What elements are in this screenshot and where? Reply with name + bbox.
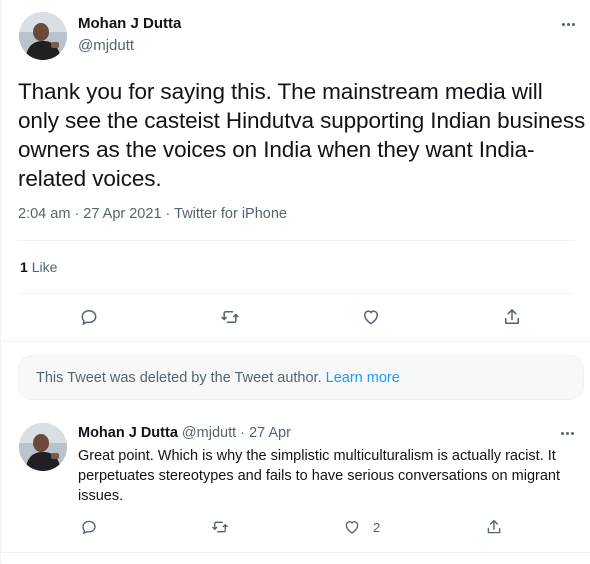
reply-author-handle[interactable]: @mjdutt <box>182 425 236 441</box>
author-handle[interactable]: @mjdutt <box>78 37 134 54</box>
tweet-time[interactable]: 2:04 am <box>18 206 70 222</box>
author-name[interactable]: Mohan J Dutta <box>78 15 181 32</box>
main-tweet: Mohan J Dutta @mjdutt Thank you for sayi… <box>1 0 590 342</box>
avatar[interactable] <box>19 12 67 60</box>
reply-more-icon[interactable] <box>554 425 580 441</box>
reply-icon[interactable] <box>77 305 101 329</box>
meta-separator: · <box>240 425 250 441</box>
avatar-image <box>19 423 67 471</box>
reply-text: Great point. Which is why the simplistic… <box>78 448 560 504</box>
tweet-text: Thank you for saying this. The mainstrea… <box>18 79 586 191</box>
like-label: Like <box>31 259 58 275</box>
share-icon[interactable] <box>500 305 524 329</box>
tweet-source[interactable]: Twitter for iPhone <box>174 206 287 222</box>
tweet-thread: Mohan J Dutta @mjdutt Thank you for sayi… <box>0 0 590 564</box>
deleted-message: This Tweet was deleted by the Tweet auth… <box>36 370 322 386</box>
reply-heart-icon[interactable] <box>340 515 364 539</box>
reply-avatar[interactable] <box>19 423 67 471</box>
tweet-date[interactable]: 27 Apr 2021 <box>83 206 161 222</box>
heart-icon[interactable] <box>359 305 383 329</box>
retweet-icon[interactable] <box>218 305 242 329</box>
meta-separator: · <box>74 206 84 222</box>
deleted-tweet-notice: This Tweet was deleted by the Tweet auth… <box>18 355 584 400</box>
deleted-notice-text: This Tweet was deleted by the Tweet auth… <box>36 370 400 386</box>
avatar-image <box>19 12 67 60</box>
reply-share-icon[interactable] <box>482 515 506 539</box>
divider <box>18 240 574 241</box>
tweet-meta: 2:04 am · 27 Apr 2021 · Twitter for iPho… <box>18 206 287 222</box>
reply-reply-icon[interactable] <box>77 515 101 539</box>
reply-like-count[interactable]: 2 <box>373 520 380 535</box>
like-number: 1 <box>20 259 28 275</box>
reply-date[interactable]: 27 Apr <box>249 425 291 441</box>
meta-separator: · <box>165 206 175 222</box>
reply-author-name[interactable]: Mohan J Dutta <box>78 425 178 441</box>
reply-retweet-icon[interactable] <box>208 515 232 539</box>
likes-count[interactable]: 1 Like <box>20 259 57 275</box>
learn-more-link[interactable]: Learn more <box>326 370 400 386</box>
divider <box>18 293 574 294</box>
divider <box>1 552 590 553</box>
reply-header: Mohan J Dutta @mjdutt · 27 Apr <box>78 425 291 441</box>
more-icon[interactable] <box>555 14 581 34</box>
